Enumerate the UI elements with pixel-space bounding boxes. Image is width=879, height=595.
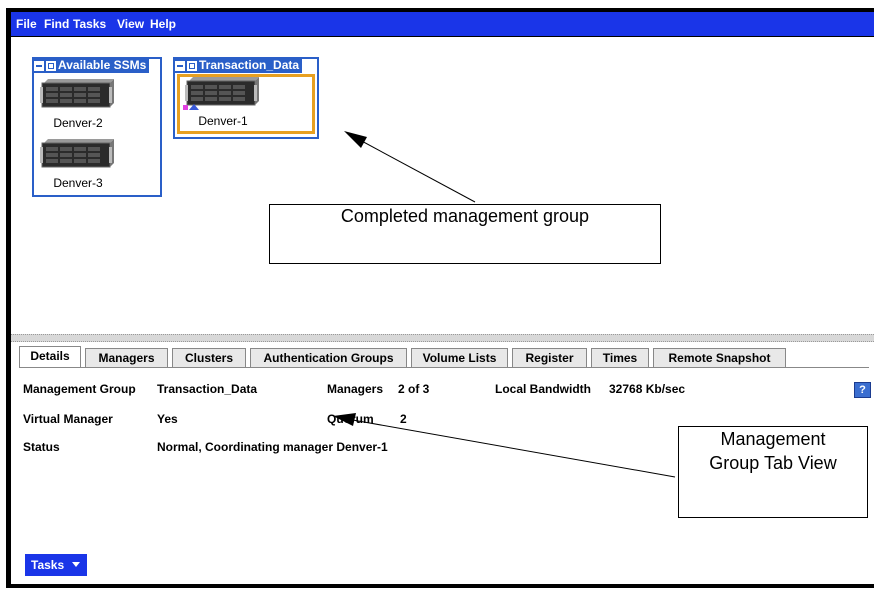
collapse-icon[interactable] — [175, 60, 185, 71]
menu-bar: File Find Tasks View Help — [11, 12, 874, 36]
node-label: Denver-2 — [53, 116, 103, 130]
virtual-manager-label: Virtual Manager — [23, 412, 113, 426]
checkbox-icon[interactable] — [187, 60, 197, 71]
tab-divider — [19, 367, 869, 368]
mg-value: Transaction_Data — [157, 382, 258, 396]
managers-label: Managers — [327, 382, 384, 396]
status-label: Status — [23, 440, 60, 454]
status-value: Normal, Coordinating manager Denver-1 — [157, 440, 388, 454]
managers-value: 2 of 3 — [398, 382, 430, 396]
tab-view-pane: Details Managers Clusters Authentication… — [11, 342, 874, 584]
manager-status-icon — [183, 104, 199, 110]
quorum-value: 2 — [400, 412, 407, 426]
tab-volume-lists[interactable]: Volume Lists — [411, 348, 508, 367]
callout-text-line1: Management — [720, 429, 826, 449]
callout-text: Completed management group — [340, 206, 590, 226]
tab-register[interactable]: Register — [512, 348, 587, 367]
group-title-bar[interactable]: Transaction_Data — [173, 57, 303, 73]
node-label: Denver-3 — [53, 176, 103, 190]
group-title: Transaction_Data — [199, 58, 300, 72]
help-icon[interactable]: ? — [854, 382, 871, 398]
menu-find[interactable]: Find — [44, 17, 69, 31]
tab-managers[interactable]: Managers — [85, 348, 168, 367]
tab-times[interactable]: Times — [591, 348, 649, 367]
storage-node-denver-3[interactable]: Denver-3 — [38, 137, 118, 190]
transaction-data-group[interactable]: Transaction_Data Denver-1 — [173, 57, 319, 139]
menu-file[interactable]: File — [16, 17, 37, 31]
tab-authentication-groups[interactable]: Authentication Groups — [250, 348, 407, 367]
storage-server-icon — [40, 79, 114, 108]
tab-details[interactable]: Details — [19, 346, 81, 367]
tasks-button-label: Tasks — [31, 558, 65, 572]
map-canvas[interactable]: Available SSMs Denver-2 Denver-3 Transac… — [11, 37, 874, 334]
storage-server-icon — [40, 139, 114, 168]
bandwidth-label: Local Bandwidth — [495, 382, 591, 396]
group-title: Available SSMs — [58, 58, 147, 72]
menu-help[interactable]: Help — [150, 17, 176, 31]
available-ssms-group[interactable]: Available SSMs Denver-2 Denver-3 — [32, 57, 162, 197]
tasks-button[interactable]: Tasks — [25, 554, 87, 576]
chevron-down-icon — [72, 562, 80, 567]
bandwidth-value: 32768 Kb/sec — [609, 382, 686, 396]
checkbox-icon[interactable] — [46, 60, 56, 71]
mg-label: Management Group — [23, 382, 136, 396]
virtual-manager-value: Yes — [157, 412, 178, 426]
collapse-icon[interactable] — [34, 60, 44, 71]
tab-remote-snapshot[interactable]: Remote Snapshot — [653, 348, 786, 367]
callout-tab-view: Management Group Tab View — [678, 426, 868, 518]
menu-tasks[interactable]: Tasks — [73, 17, 106, 31]
tab-clusters[interactable]: Clusters — [172, 348, 246, 367]
callout-completed-group: Completed management group — [269, 204, 661, 264]
menu-view[interactable]: View — [117, 17, 144, 31]
callout-text-line2: Group Tab View — [709, 453, 837, 473]
pane-splitter[interactable] — [11, 334, 874, 342]
group-title-bar[interactable]: Available SSMs — [32, 57, 150, 73]
node-label: Denver-1 — [198, 114, 248, 128]
storage-node-denver-1[interactable]: Denver-1 — [183, 75, 263, 128]
quorum-label: Quorum — [327, 412, 374, 426]
storage-node-denver-2[interactable]: Denver-2 — [38, 77, 118, 130]
